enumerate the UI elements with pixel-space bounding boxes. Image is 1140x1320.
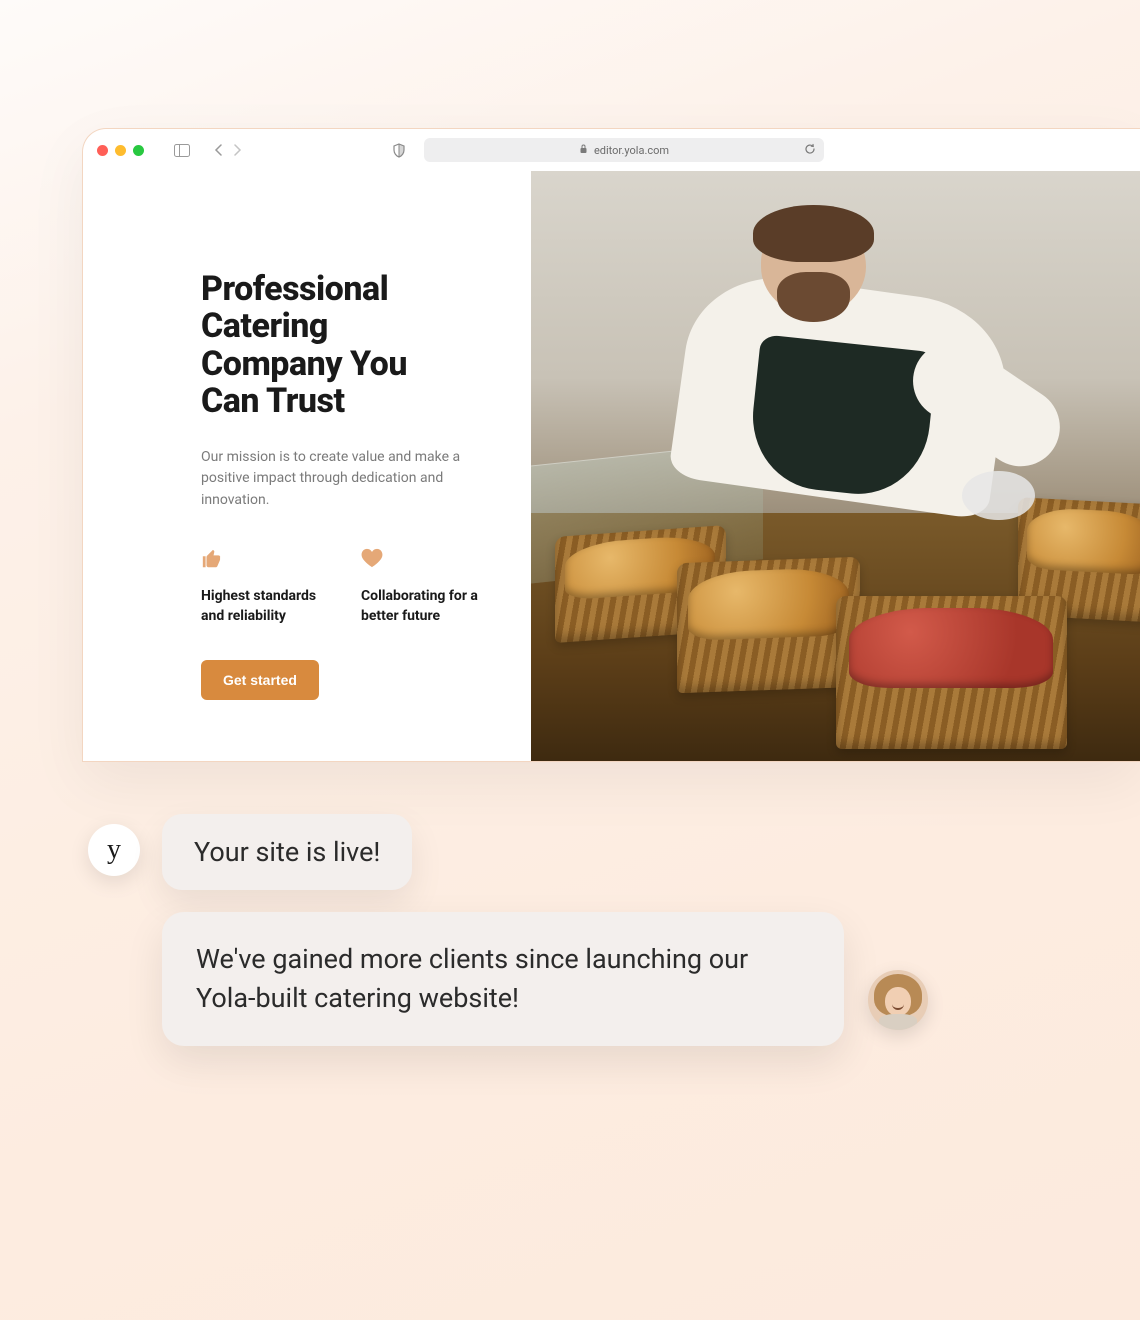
browser-window: editor.yola.com Professional Catering Co… (82, 128, 1140, 762)
heart-icon (361, 548, 491, 572)
sidebar-toggle-icon[interactable] (174, 144, 190, 157)
thumbs-up-icon (201, 548, 331, 572)
address-bar[interactable]: editor.yola.com (424, 138, 824, 162)
hero-image (531, 171, 1140, 761)
bakery-photo-placeholder (531, 171, 1140, 761)
chat-message-1: Your site is live! (194, 836, 380, 868)
back-icon[interactable] (214, 144, 224, 156)
feature-label: Collaborating for a better future (361, 586, 491, 627)
chat-bubble-user: We've gained more clients since launchin… (162, 912, 844, 1046)
close-window-icon[interactable] (97, 145, 108, 156)
feature-label: Highest standards and reliability (201, 586, 331, 627)
minimize-window-icon[interactable] (115, 145, 126, 156)
hero-features: Highest standards and reliability Collab… (201, 548, 491, 627)
maximize-window-icon[interactable] (133, 145, 144, 156)
forward-icon[interactable] (232, 144, 242, 156)
hero-left: Professional Catering Company You Can Tr… (83, 171, 531, 761)
user-avatar (868, 970, 928, 1030)
refresh-icon[interactable] (804, 143, 816, 158)
feature-collaborating: Collaborating for a better future (361, 548, 491, 627)
hero-subtitle: Our mission is to create value and make … (201, 447, 461, 512)
address-url: editor.yola.com (594, 144, 669, 157)
privacy-shield-icon[interactable] (392, 143, 406, 158)
get-started-button[interactable]: Get started (201, 660, 319, 700)
page-content: Professional Catering Company You Can Tr… (83, 171, 1140, 761)
hero-title: Professional Catering Company You Can Tr… (201, 271, 461, 421)
brand-avatar: y (88, 824, 140, 876)
browser-chrome: editor.yola.com (83, 129, 1140, 171)
lock-icon (579, 144, 588, 157)
brand-avatar-letter: y (107, 834, 121, 866)
chat-message-2: We've gained more clients since launchin… (196, 940, 810, 1018)
window-controls[interactable] (97, 145, 144, 156)
chat-bubble-brand: Your site is live! (162, 814, 412, 890)
feature-standards: Highest standards and reliability (201, 548, 331, 627)
